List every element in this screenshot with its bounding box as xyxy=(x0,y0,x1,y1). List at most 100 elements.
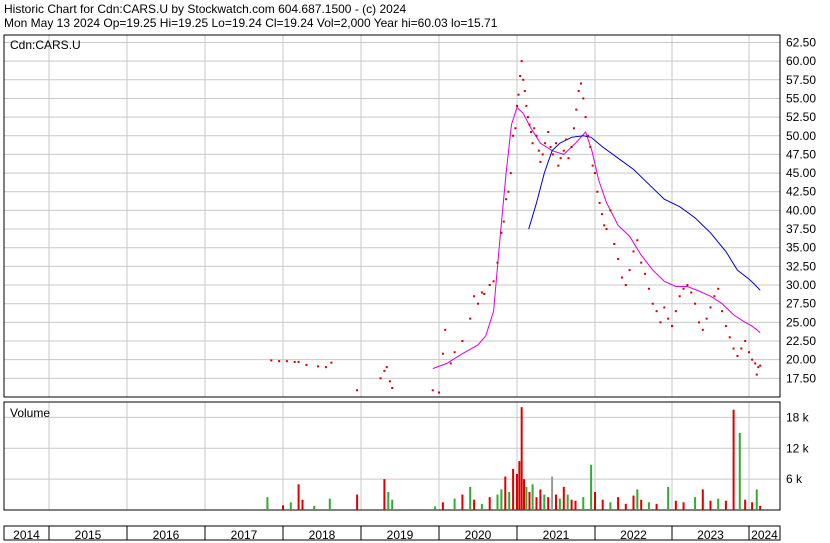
price-point xyxy=(562,149,565,152)
volume-panel-title: Volume xyxy=(10,406,50,420)
price-tick-label: 47.50 xyxy=(786,147,816,161)
price-point xyxy=(632,250,635,253)
price-point xyxy=(740,347,743,350)
volume-bar xyxy=(617,497,620,510)
price-point xyxy=(644,272,647,275)
volume-tick-label: 18 k xyxy=(786,410,810,424)
price-point xyxy=(385,366,388,369)
volume-bar xyxy=(755,489,758,510)
price-point xyxy=(705,317,708,320)
price-tick-label: 60.00 xyxy=(786,54,816,68)
price-tick-label: 22.50 xyxy=(786,334,816,348)
price-point xyxy=(461,340,464,343)
price-point xyxy=(520,60,523,63)
price-point xyxy=(594,172,596,175)
price-point xyxy=(577,89,580,92)
price-point xyxy=(567,157,570,160)
price-point xyxy=(492,280,495,283)
volume-bar xyxy=(601,499,604,510)
price-point xyxy=(713,295,716,298)
price-point xyxy=(305,363,308,366)
price-point xyxy=(582,97,585,100)
price-point xyxy=(690,291,693,294)
volume-bar xyxy=(525,486,528,510)
chart-background xyxy=(0,0,830,543)
volume-bar xyxy=(582,497,585,510)
price-point xyxy=(701,328,704,331)
price-point xyxy=(589,145,592,148)
price-point xyxy=(674,310,677,313)
volume-bar xyxy=(609,502,612,510)
price-point xyxy=(388,380,391,383)
price-point xyxy=(383,369,386,372)
price-tick-label: 57.50 xyxy=(786,73,816,87)
price-point xyxy=(535,134,538,137)
price-point xyxy=(686,284,689,287)
volume-bar xyxy=(504,476,507,510)
volume-bar xyxy=(535,497,538,510)
price-point xyxy=(317,365,320,368)
price-tick-label: 37.50 xyxy=(786,222,816,236)
price-panel-title: Cdn:CARS.U xyxy=(10,38,81,52)
price-point xyxy=(617,257,620,260)
price-tick-label: 52.50 xyxy=(786,110,816,124)
price-point xyxy=(579,82,582,85)
volume-bar xyxy=(313,505,316,510)
volume-bar xyxy=(738,432,741,510)
volume-bar xyxy=(543,494,546,510)
price-point xyxy=(488,284,491,287)
price-point xyxy=(512,134,515,137)
price-point xyxy=(682,287,685,290)
price-tick-label: 45.00 xyxy=(786,166,816,180)
price-point xyxy=(530,131,533,134)
volume-bar xyxy=(682,502,685,510)
price-point xyxy=(667,317,670,320)
price-point xyxy=(507,190,510,193)
price-tick-label: 25.00 xyxy=(786,315,816,329)
price-point xyxy=(551,153,554,156)
price-point xyxy=(709,306,712,309)
price-point xyxy=(736,354,739,357)
price-point xyxy=(330,361,333,364)
price-point xyxy=(473,295,476,298)
price-point xyxy=(270,359,273,362)
volume-bar xyxy=(266,497,269,510)
price-point xyxy=(655,310,658,313)
volume-bar xyxy=(744,499,747,510)
price-point xyxy=(469,317,472,320)
volume-bar xyxy=(547,497,550,510)
volume-bar xyxy=(500,489,503,510)
price-point xyxy=(523,89,526,92)
price-point xyxy=(732,347,735,350)
volume-bar xyxy=(508,492,511,510)
price-tick-label: 32.50 xyxy=(786,259,816,273)
price-tick-label: 30.00 xyxy=(786,278,816,292)
volume-bar xyxy=(636,489,639,510)
volume-bar xyxy=(624,503,627,510)
volume-bar xyxy=(282,505,284,510)
price-point xyxy=(694,302,697,305)
price-point xyxy=(502,220,505,223)
volume-bar xyxy=(709,500,712,510)
price-tick-label: 20.00 xyxy=(786,353,816,367)
price-tick-label: 62.50 xyxy=(786,35,816,49)
volume-bar xyxy=(383,479,386,510)
volume-bar xyxy=(520,407,523,510)
price-point xyxy=(293,360,296,363)
chart-header-line2: Mon May 13 2024 Op=19.25 Hi=19.25 Lo=19.… xyxy=(4,16,498,30)
volume-bar xyxy=(512,468,515,510)
volume-bar xyxy=(655,503,658,510)
volume-bar xyxy=(594,492,596,510)
volume-bar xyxy=(496,494,499,510)
price-point xyxy=(754,362,757,365)
price-point xyxy=(379,377,382,380)
volume-bar xyxy=(551,476,554,510)
volume-bar xyxy=(469,486,472,510)
volume-bar xyxy=(297,484,300,510)
price-point xyxy=(549,145,552,148)
price-point xyxy=(528,123,531,126)
price-point xyxy=(600,213,603,216)
price-point xyxy=(744,340,747,343)
volume-bar xyxy=(289,502,292,510)
price-point xyxy=(522,78,525,81)
